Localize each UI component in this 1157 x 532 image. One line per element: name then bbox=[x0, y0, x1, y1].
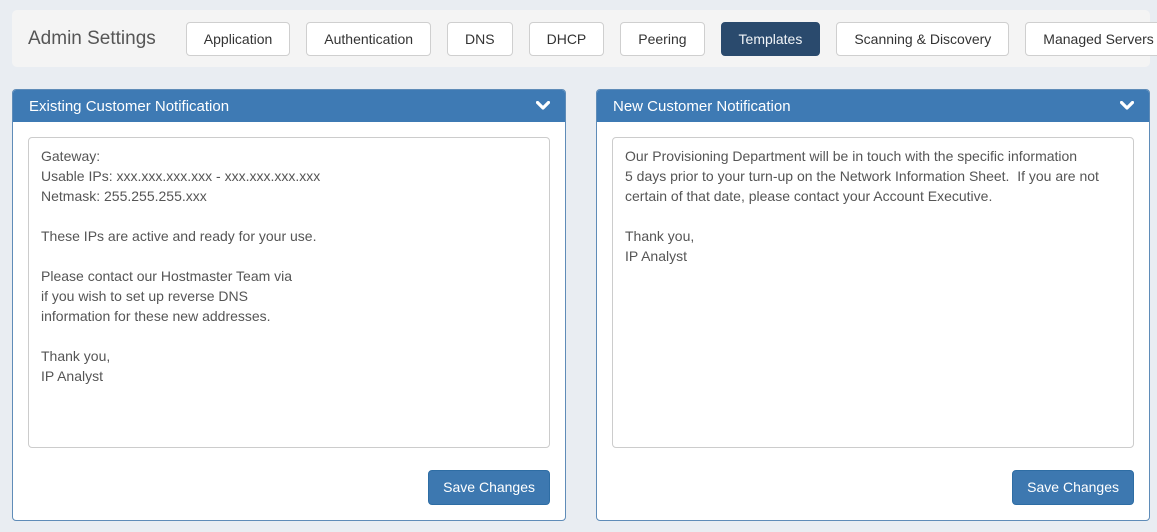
tab-scanning-discovery[interactable]: Scanning & Discovery bbox=[836, 22, 1009, 56]
save-changes-button-existing[interactable]: Save Changes bbox=[428, 470, 550, 505]
existing-customer-panel-body: Gateway: Usable IPs: xxx.xxx.xxx.xxx - x… bbox=[13, 122, 565, 520]
templates-panels: Existing Customer Notification Gateway: … bbox=[12, 89, 1150, 521]
save-changes-button-new[interactable]: Save Changes bbox=[1012, 470, 1134, 505]
tab-managed-servers[interactable]: Managed Servers bbox=[1025, 22, 1157, 56]
new-customer-panel-body: Our Provisioning Department will be in t… bbox=[597, 122, 1149, 520]
page-title: Admin Settings bbox=[28, 28, 156, 50]
tab-authentication[interactable]: Authentication bbox=[306, 22, 431, 56]
admin-settings-toolbar: Admin Settings Application Authenticatio… bbox=[12, 10, 1150, 67]
existing-customer-template-textarea[interactable]: Gateway: Usable IPs: xxx.xxx.xxx.xxx - x… bbox=[28, 137, 550, 448]
new-customer-panel-footer: Save Changes bbox=[612, 470, 1134, 505]
existing-customer-panel-footer: Save Changes bbox=[28, 470, 550, 505]
tab-dhcp[interactable]: DHCP bbox=[529, 22, 605, 56]
new-customer-panel-title: New Customer Notification bbox=[613, 98, 791, 115]
new-customer-panel-header[interactable]: New Customer Notification bbox=[597, 90, 1149, 122]
tab-application[interactable]: Application bbox=[186, 22, 291, 56]
new-customer-notification-panel: New Customer Notification Our Provisioni… bbox=[596, 89, 1150, 521]
new-customer-template-textarea[interactable]: Our Provisioning Department will be in t… bbox=[612, 137, 1134, 448]
existing-customer-panel-title: Existing Customer Notification bbox=[29, 98, 229, 115]
tab-peering[interactable]: Peering bbox=[620, 22, 704, 56]
chevron-down-icon[interactable] bbox=[1120, 101, 1134, 111]
tab-templates[interactable]: Templates bbox=[721, 22, 821, 56]
existing-customer-panel-header[interactable]: Existing Customer Notification bbox=[13, 90, 565, 122]
existing-customer-notification-panel: Existing Customer Notification Gateway: … bbox=[12, 89, 566, 521]
settings-tab-bar: Application Authentication DNS DHCP Peer… bbox=[186, 22, 1157, 56]
tab-dns[interactable]: DNS bbox=[447, 22, 513, 56]
chevron-down-icon[interactable] bbox=[536, 101, 550, 111]
